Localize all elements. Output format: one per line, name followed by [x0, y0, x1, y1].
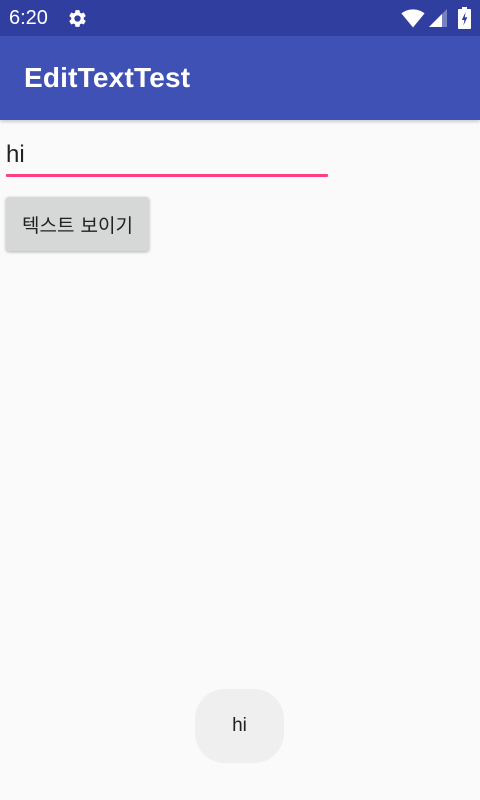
show-text-button[interactable]: 텍스트 보이기 [6, 197, 149, 251]
show-text-button-label: 텍스트 보이기 [22, 214, 133, 237]
edit-text-field [6, 136, 328, 178]
toast-message: hi [195, 689, 284, 763]
signal-icon [429, 9, 447, 27]
input-underline [6, 174, 328, 177]
wifi-icon [401, 9, 425, 28]
status-time: 6:20 [9, 7, 48, 29]
status-bar: 6:20 [0, 0, 480, 36]
text-input[interactable] [6, 136, 328, 174]
toast-text: hi [232, 715, 247, 736]
battery-icon [458, 7, 471, 29]
app-title: EditTextTest [24, 62, 191, 93]
app-bar: EditTextTest [0, 36, 480, 120]
screen: 6:20 EditTextTest 텍스트 보이기 hi [0, 0, 480, 800]
gear-icon [69, 10, 86, 27]
